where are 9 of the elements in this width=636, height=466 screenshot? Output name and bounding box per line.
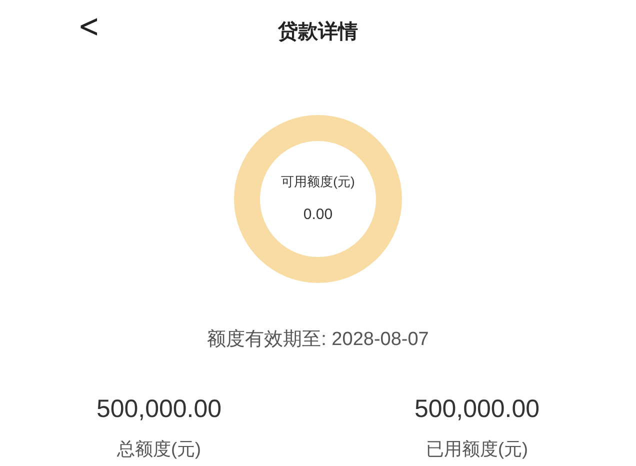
amount-value: 500,000.00	[414, 394, 540, 424]
available-value: 0.00	[303, 204, 333, 224]
amount-label: 已用额度(元)	[426, 438, 528, 461]
available-label: 可用额度(元)	[281, 173, 355, 191]
amount-value: 500,000.00	[96, 394, 222, 424]
amount-label: 总额度(元)	[117, 438, 201, 461]
page-title: 贷款详情	[278, 20, 358, 45]
back-button[interactable]: <	[78, 10, 100, 44]
validity-text: 额度有效期至: 2028-08-07	[207, 328, 429, 352]
